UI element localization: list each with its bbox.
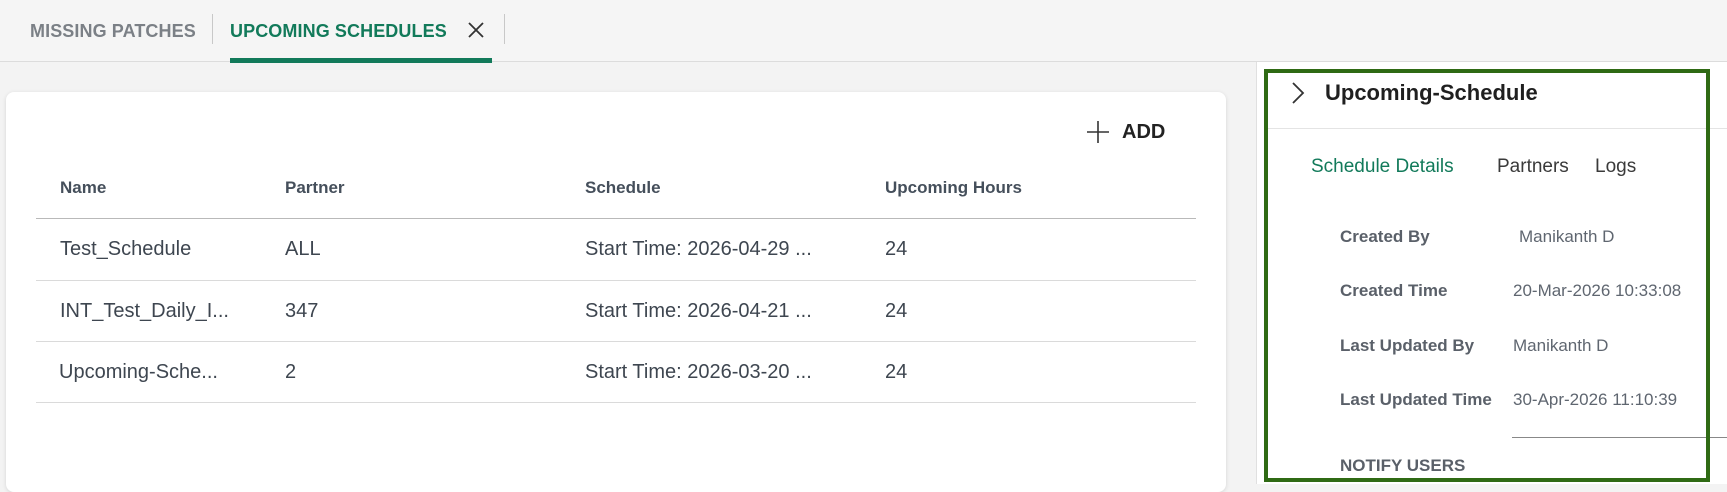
cell-name: INT_Test_Daily_I... <box>60 300 229 322</box>
cell-schedule: Start Time: 2026-03-20 ... <box>585 361 812 383</box>
cell-upcoming-hours: 24 <box>885 300 908 322</box>
cell-partner: ALL <box>285 238 321 260</box>
panel-title: Upcoming-Schedule <box>1325 80 1538 105</box>
last-updated-by-value: Manikanth D <box>1513 336 1609 355</box>
cell-name: Upcoming-Sche... <box>59 361 218 383</box>
column-header-schedule[interactable]: Schedule <box>585 178 661 198</box>
created-time-label: Created Time <box>1340 281 1448 300</box>
cell-upcoming-hours: 24 <box>885 361 908 383</box>
last-updated-by-label: Last Updated By <box>1340 336 1475 355</box>
cell-partner: 2 <box>285 361 297 383</box>
top-tab-bar: MISSING PATCHES UPCOMING SCHEDULES <box>0 0 1727 63</box>
add-button-label: ADD <box>1122 120 1166 143</box>
last-updated-time-value: 30-Apr-2026 11:10:39 <box>1513 390 1678 409</box>
add-button[interactable]: ADD <box>1086 117 1165 147</box>
chevron-right-icon[interactable] <box>1288 79 1308 107</box>
tab-logs[interactable]: Logs <box>1595 156 1636 178</box>
cell-schedule: Start Time: 2026-04-21 ... <box>585 300 812 322</box>
tab-schedule-details[interactable]: Schedule Details <box>1311 156 1454 178</box>
row-divider <box>36 341 1196 342</box>
cell-partner: 347 <box>285 300 319 322</box>
cell-schedule: Start Time: 2026-04-29 ... <box>585 238 812 260</box>
schedules-card <box>6 92 1226 492</box>
column-header-partner[interactable]: Partner <box>285 178 345 198</box>
column-header-upcoming-hours[interactable]: Upcoming Hours <box>885 178 1022 198</box>
notify-users-heading: NOTIFY USERS <box>1340 456 1466 475</box>
tab-upcoming-schedules-label: UPCOMING SCHEDULES <box>230 20 447 41</box>
schedule-detail-panel <box>1256 62 1727 484</box>
tab-divider <box>504 14 505 44</box>
tab-missing-patches[interactable]: MISSING PATCHES <box>30 0 196 62</box>
created-by-label: Created By <box>1340 227 1430 246</box>
last-updated-time-label: Last Updated Time <box>1340 390 1492 409</box>
created-by-value: Manikanth D <box>1519 227 1615 246</box>
column-header-name[interactable]: Name <box>60 178 106 198</box>
close-icon[interactable] <box>464 18 488 42</box>
row-divider <box>36 402 1196 403</box>
created-time-value: 20-Mar-2026 10:33:08 <box>1513 281 1682 300</box>
tab-partners[interactable]: Partners <box>1497 156 1569 178</box>
cell-name: Test_Schedule <box>60 238 192 260</box>
tab-missing-patches-label: MISSING PATCHES <box>30 20 196 41</box>
table-header-divider <box>36 218 1196 219</box>
row-divider <box>36 280 1196 281</box>
tab-upcoming-schedules[interactable]: UPCOMING SCHEDULES <box>230 0 492 63</box>
panel-header-divider <box>1264 128 1727 129</box>
cell-upcoming-hours: 24 <box>885 238 908 260</box>
notify-divider <box>1512 437 1727 438</box>
plus-icon <box>1087 121 1109 143</box>
tab-divider <box>212 14 213 44</box>
